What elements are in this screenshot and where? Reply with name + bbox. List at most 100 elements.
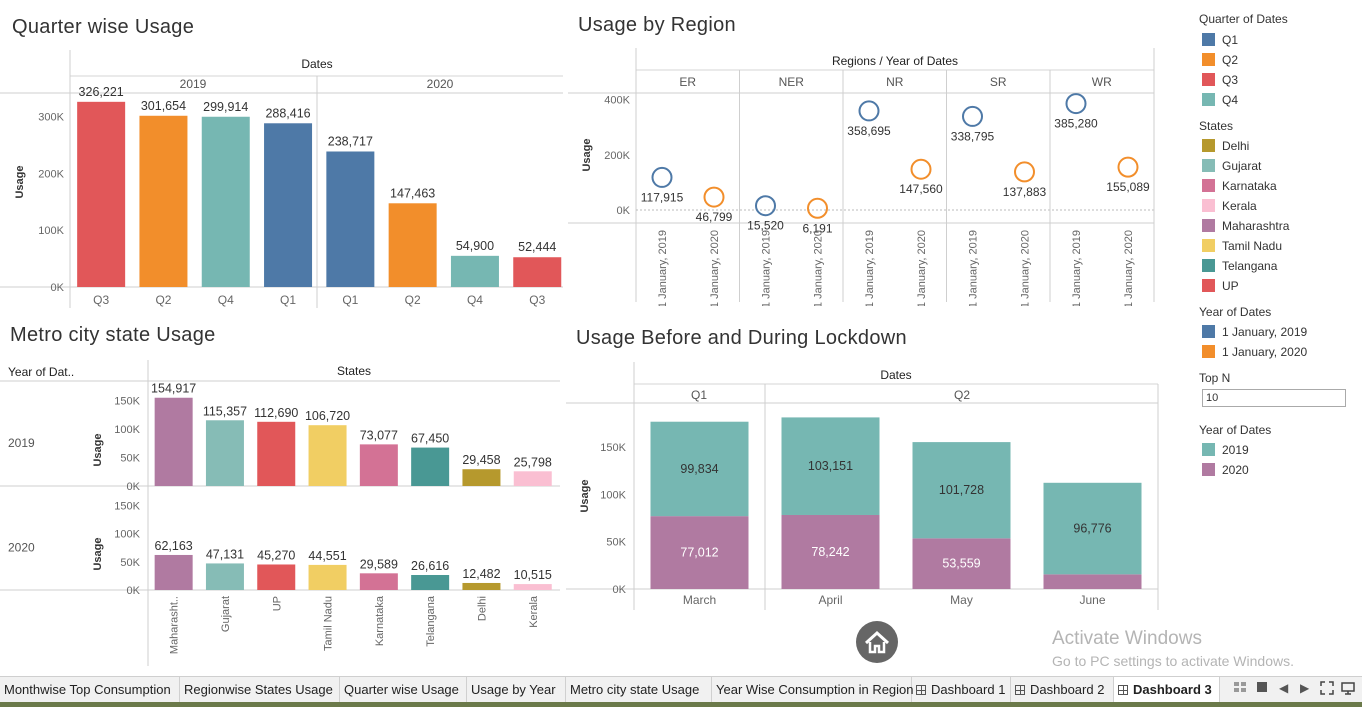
x-tick-label: Q1 [342,293,358,307]
y-tick-label: 100K [38,225,64,237]
legend-swatch [1202,259,1215,272]
x-tick-label: 1 January, 2019 [657,230,669,306]
bar-value-label: 106,720 [305,409,350,423]
segment-value-label: 77,012 [680,546,718,560]
x-tick-label: 1 January, 2020 [1123,230,1135,306]
legend-title-year: Year of Dates [1199,423,1272,437]
tab-dashboard-3[interactable]: Dashboard 3 [1114,677,1220,703]
legend-swatch [1202,443,1215,456]
tab-year-wise-consumption-in-region[interactable]: Year Wise Consumption in Region [712,677,914,703]
bar-2020-5 [411,574,450,590]
legend-label: 2020 [1222,463,1249,477]
legend-label: Q4 [1222,93,1239,107]
dashboard-icon [916,685,926,695]
legend-label: 1 January, 2019 [1222,325,1308,339]
tab-quarter-wise-usage[interactable]: Quarter wise Usage [340,677,467,703]
y-tick-label: 150K [114,500,140,512]
point-value-label: 338,795 [951,129,995,143]
bar-value-label: 326,221 [79,85,124,99]
filmstrip-view-icon[interactable] [1256,681,1268,696]
x-tick-label: Q3 [529,293,545,307]
legend-label: Q1 [1222,33,1239,47]
tab-regionwise-states-usage[interactable]: Regionwise States Usage [180,677,340,703]
activate-windows-watermark: Activate Windows [1052,628,1202,649]
usage-by-region-chart[interactable]: Regions / Year of Dates 0K 200K 400K Usage ER… [568,48,1160,306]
legend-label: 1 January, 2020 [1222,345,1308,359]
point-nr-2020 [910,158,932,180]
bar-value-label: 10,515 [514,568,552,582]
dashboard-icon [1015,685,1025,695]
bar-value-label: 29,589 [360,557,398,571]
segment-value-label: 78,242 [811,545,849,559]
dates-header: Dates [301,57,332,71]
bar-value-label: 26,616 [411,559,449,573]
bar-2019-q4 [201,116,250,287]
region-header: NR [886,75,904,89]
bar-2020-q4 [450,255,499,287]
tab-dashboard-1[interactable]: Dashboard 1 [912,677,1011,703]
bar-2020-7 [513,584,552,590]
tab-monthwise-top-consumption[interactable]: Monthwise Top Consumption [0,677,180,703]
fullscreen-icon[interactable] [1320,681,1334,698]
legend-swatch [1202,219,1215,232]
y-tick-label: 100K [114,529,140,541]
year-header-2020: 2020 [427,77,454,91]
x-tick-label: Q4 [467,293,483,307]
legend-label: UP [1222,279,1239,293]
legend-label: Gujarat [1222,159,1262,173]
region-header: ER [679,75,696,89]
y-tick-label: 0K [613,584,627,596]
present-icon[interactable] [1341,681,1355,698]
x-tick-label: 1 January, 2020 [916,230,928,306]
row-label-2019: 2019 [8,436,35,450]
point-er-2019 [651,166,673,188]
bar-value-label: 29,458 [462,453,500,467]
legend-swatch [1202,345,1215,358]
y-tick-label: 300K [38,112,64,124]
quarter-usage-title: Quarter wise Usage [12,16,195,38]
home-button[interactable] [856,621,898,663]
legend-swatch [1202,33,1215,46]
segment-value-label: 53,559 [942,557,980,571]
bar-value-label: 115,357 [203,404,247,418]
region-header: NER [779,75,805,89]
x-tick-label: Telangana [425,595,437,647]
x-tick-label: UP [271,596,283,611]
x-tick-label: Q1 [280,293,296,307]
x-tick-label: Karnataka [374,595,386,646]
point-er-2020 [703,186,725,208]
sheet-grid-icon[interactable] [1233,681,1247,696]
bar-2020-6 [462,582,501,590]
x-tick-label: May [950,593,973,607]
tab-dashboard-2[interactable]: Dashboard 2 [1011,677,1114,703]
next-sheet-icon[interactable]: ▶ [1300,681,1309,695]
legend-swatch [1202,463,1215,476]
y-tick-label: 400K [604,95,630,107]
top-n-input[interactable]: 10 [1202,389,1346,407]
point-wr-2020 [1117,156,1139,178]
quarter-wise-usage-chart[interactable]: Dates 2019 2020 0K 100K 200K 300K Usage 326,221 Q… [0,50,568,312]
metro-city-state-usage-chart[interactable]: Year of Dat.. States 2019 0K 50K 100K 150K Usag… [0,360,564,666]
segment-value-label: 99,834 [680,462,718,476]
bar-value-label: 47,131 [206,547,244,561]
point-ner-2019 [755,195,776,217]
point-wr-2019 [1065,93,1087,115]
bar-2020-4 [359,573,398,590]
point-nr-2019 [858,100,880,122]
y-tick-label: 200K [38,168,64,180]
bar-2020-0 [154,554,193,590]
bar-2019-3 [308,425,347,486]
y-tick-label: 0K [51,282,65,294]
tab-metro-city-state-usage[interactable]: Metro city state Usage [566,677,712,703]
region-header: SR [990,75,1007,89]
lockdown-usage-chart[interactable]: Dates Q1 Q2 0K 50K 100K 150K Usage 77,012 99,834 M… [566,362,1162,614]
home-icon [864,630,890,654]
point-value-label: 117,915 [641,190,684,204]
x-tick-label: 1 January, 2020 [709,230,721,306]
y-axis-title: Usage [579,479,591,512]
previous-sheet-icon[interactable]: ◀ [1279,681,1288,695]
tab-usage-by-year[interactable]: Usage by Year [467,677,566,703]
x-tick-label: 1 January, 2019 [968,230,980,306]
y-tick-label: 200K [604,150,630,162]
legend-label: Karnataka [1222,179,1277,193]
